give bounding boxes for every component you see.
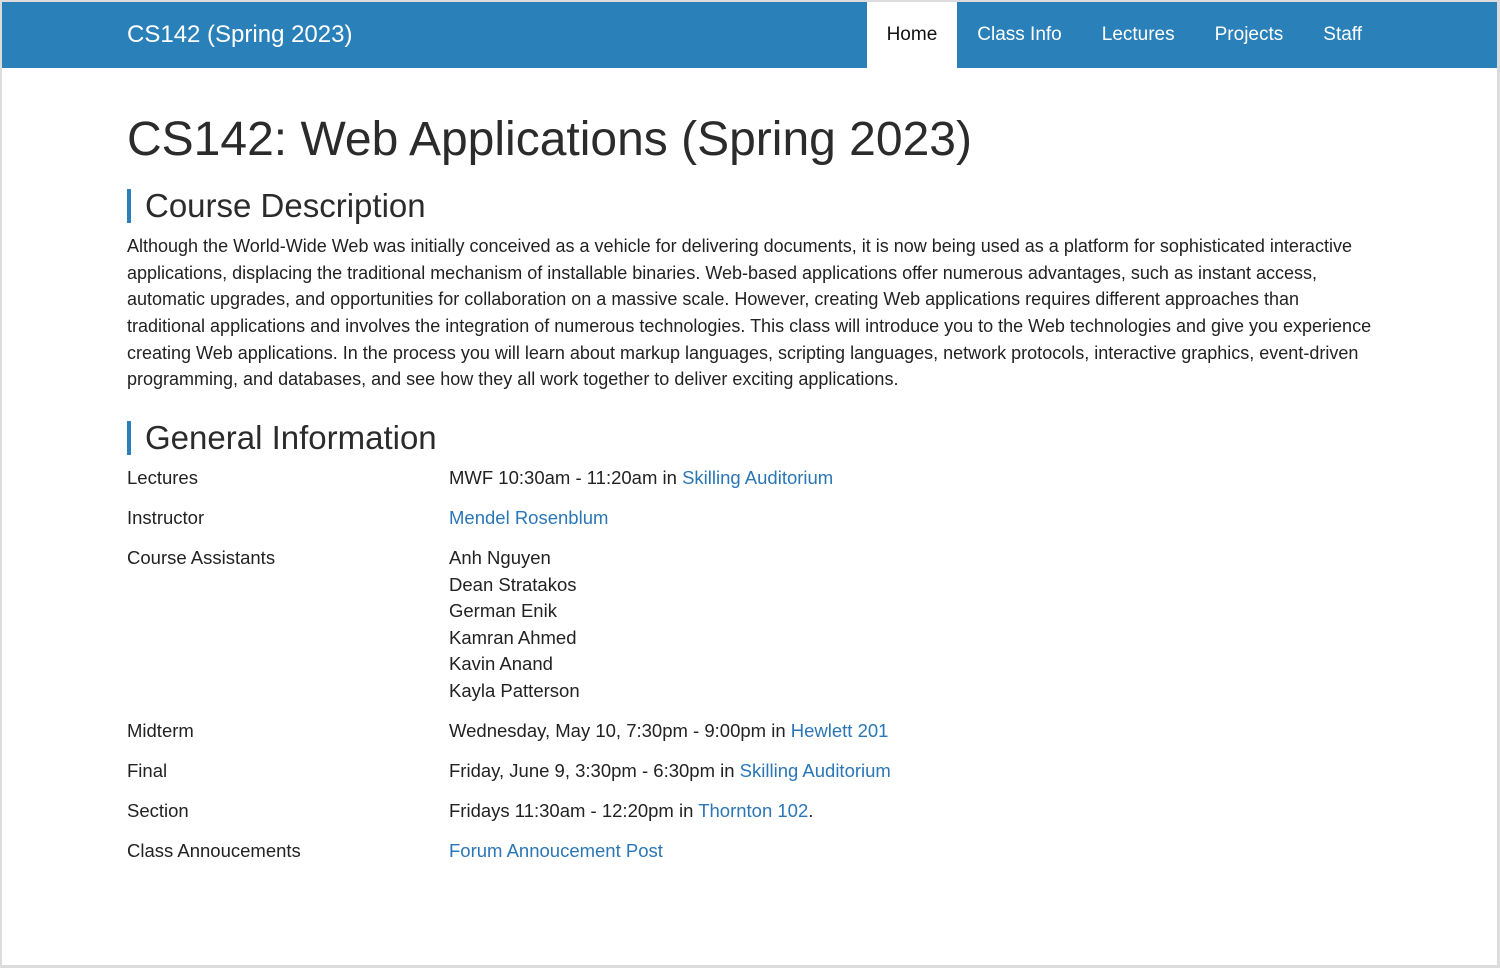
section-location-link[interactable]: Thornton 102 (698, 800, 808, 821)
info-value: Mendel Rosenblum (449, 505, 891, 545)
assistant-name: Dean Stratakos (449, 573, 577, 595)
assistant-name: Kavin Anand (449, 653, 553, 675)
main-content: CS142: Web Applications (Spring 2023) Co… (127, 112, 1372, 878)
info-value: Friday, June 9, 3:30pm - 6:30pm in Skill… (449, 758, 891, 798)
info-row-instructor: Instructor Mendel Rosenblum (127, 505, 891, 545)
lectures-time: MWF 10:30am - 11:20am in (449, 466, 683, 488)
info-row-announcements: Class Annoucements Forum Annoucement Pos… (127, 838, 891, 878)
instructor-link[interactable]: Mendel Rosenblum (449, 507, 608, 528)
info-row-final: Final Friday, June 9, 3:30pm - 6:30pm in… (127, 758, 891, 798)
section-suffix: . (808, 800, 814, 822)
info-label: Midterm (127, 720, 194, 741)
nav-projects[interactable]: Projects (1195, 2, 1304, 68)
page-title: CS142: Web Applications (Spring 2023) (127, 113, 972, 166)
info-label: Section (127, 800, 189, 822)
page-frame: CS142 (Spring 2023) Home Class Info Lect… (2, 2, 1497, 965)
forum-announcement-link[interactable]: Forum Annoucement Post (449, 840, 663, 861)
section-time: Fridays 11:30am - 12:20pm in (449, 800, 699, 822)
info-row-section: Section Fridays 11:30am - 12:20pm in Tho… (127, 798, 891, 838)
assistant-name: Kayla Patterson (449, 679, 580, 701)
info-label: Class Annoucements (127, 840, 301, 862)
top-navbar: CS142 (Spring 2023) Home Class Info Lect… (2, 2, 1497, 68)
midterm-time: Wednesday, May 10, 7:30pm - 9:00pm in (449, 720, 791, 741)
info-value: Fridays 11:30am - 12:20pm in Thornton 10… (449, 798, 891, 838)
nav-home[interactable]: Home (866, 2, 958, 68)
info-label: Course Assistants (127, 546, 276, 568)
info-row-midterm: Midterm Wednesday, May 10, 7:30pm - 9:00… (127, 718, 891, 758)
info-row-assistants: Course Assistants Anh Nguyen Dean Strata… (127, 545, 891, 718)
info-label: Instructor (127, 506, 205, 528)
general-info-table: Lectures MWF 10:30am - 11:20am in Skilli… (127, 465, 891, 879)
nav-lectures[interactable]: Lectures (1082, 2, 1195, 68)
info-value: Forum Annoucement Post (449, 838, 891, 878)
course-description-text: Although the World-Wide Web was initiall… (127, 236, 1372, 390)
final-location-link[interactable]: Skilling Auditorium (740, 760, 891, 781)
course-description-heading: Course Description (127, 189, 1372, 224)
info-value: MWF 10:30am - 11:20am in Skilling Audito… (449, 465, 891, 505)
assistants-list: Anh Nguyen Dean Stratakos German Enik Ka… (449, 545, 891, 718)
lectures-location-link[interactable]: Skilling Auditorium (682, 467, 833, 488)
info-label: Final (127, 760, 168, 782)
assistant-name: Kamran Ahmed (449, 626, 577, 648)
general-information-heading: General Information (127, 420, 1372, 455)
midterm-location-link[interactable]: Hewlett 201 (791, 720, 889, 741)
nav-menu: Home Class Info Lectures Projects Staff (866, 2, 1382, 68)
info-row-lectures: Lectures MWF 10:30am - 11:20am in Skilli… (127, 465, 891, 505)
info-label: Lectures (127, 466, 198, 488)
nav-staff[interactable]: Staff (1303, 2, 1382, 68)
info-value: Wednesday, May 10, 7:30pm - 9:00pm in He… (449, 718, 891, 758)
nav-class-info[interactable]: Class Info (957, 2, 1081, 68)
brand-link[interactable]: CS142 (Spring 2023) (127, 2, 352, 68)
final-time: Friday, June 9, 3:30pm - 6:30pm in (449, 760, 740, 782)
assistant-name: German Enik (449, 600, 557, 622)
assistant-name: Anh Nguyen (449, 546, 551, 568)
